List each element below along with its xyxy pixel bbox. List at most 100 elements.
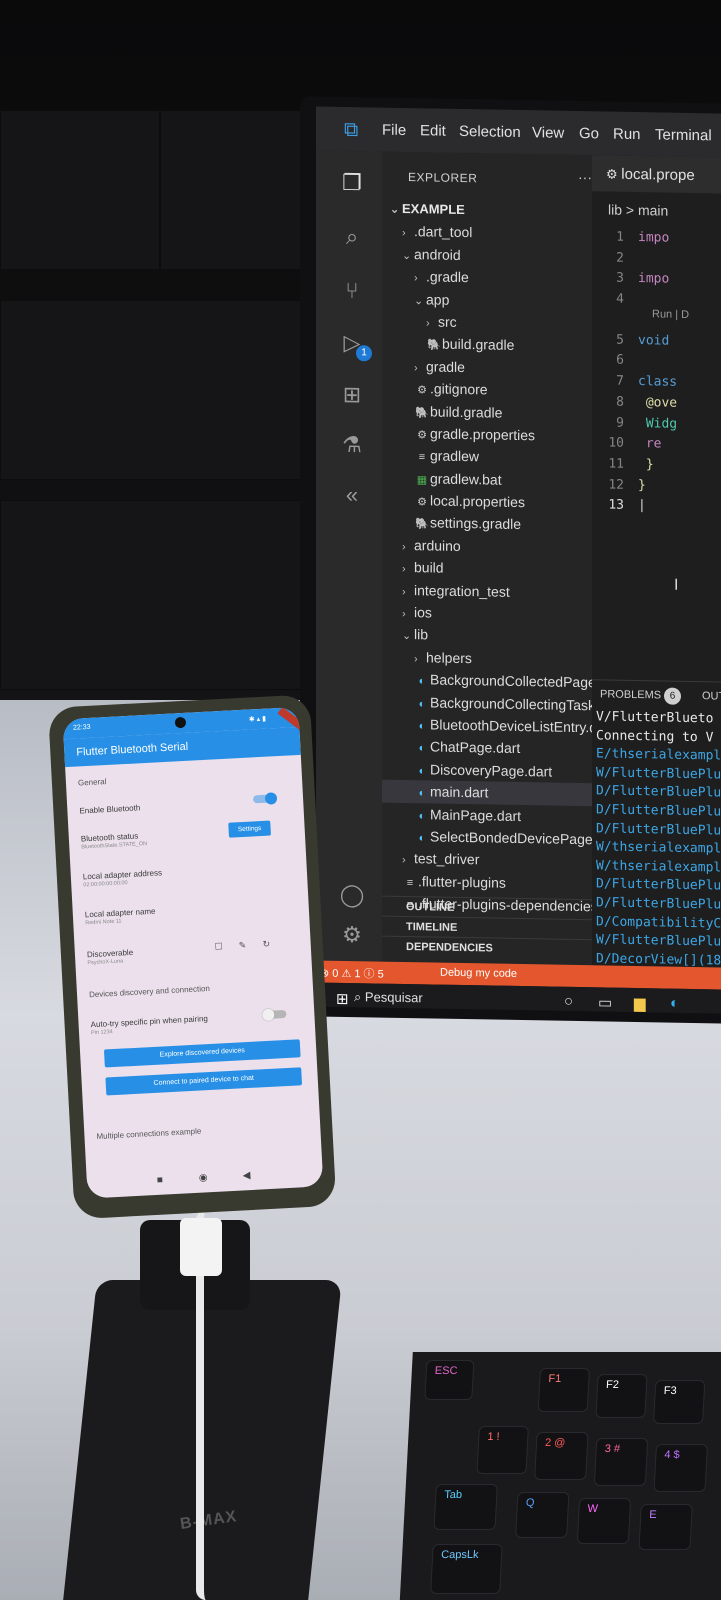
key-3[interactable]: 3 # [593,1438,649,1486]
tree-item-label: BackgroundCollectingTask.... [430,694,592,714]
search-icon[interactable]: ⌕ [338,223,366,251]
editor: ⚙ local.prope lib > main 1 impo 2 3 impo 4 5 vo… [592,155,721,628]
line-number: 8 [616,394,624,410]
key-4[interactable]: 4 $ [653,1444,708,1492]
menu-edit[interactable]: Edit [420,122,446,139]
key-1[interactable]: 1 ! [476,1426,529,1474]
home-icon[interactable]: ◉ [199,1172,208,1183]
key-label: E [648,1509,657,1521]
key-capslock[interactable]: CapsLk [430,1544,503,1594]
code-line[interactable]: 12} [592,475,721,498]
log-line: D/FlutterBluePlugi [596,895,721,913]
code-line[interactable]: 11 } [592,454,721,477]
key-2[interactable]: 2 @ [534,1432,589,1480]
code-line[interactable]: 2 [592,248,721,271]
key-esc[interactable]: ESC [424,1360,475,1400]
dart-file-icon: ◐ [418,764,426,778]
menu-file[interactable]: File [382,122,406,139]
tree-item-label: gradlew [430,447,480,465]
chevron-right-icon: › [414,272,418,285]
log-line: E/thserialexampl [596,746,721,764]
code-line[interactable]: 3 impo [592,269,721,292]
log-line: W/thserialexampl [596,839,721,857]
status-icons: ✱ ▴ ▮ [248,715,267,724]
taskbar-search[interactable]: ⌕ Pesquisar [354,989,423,1006]
debug-config[interactable]: Debug my code [440,967,517,980]
tree-item-label: helpers [426,649,472,666]
key-label: F3 [663,1385,677,1397]
tree-item-label: EXAMPLE [402,200,465,218]
refresh-icon[interactable]: ↻ [262,939,270,950]
auto-pin-switch[interactable] [264,1009,287,1020]
checkbox-icon[interactable]: ☐ [214,941,223,952]
chevron-down-icon: ⌄ [402,630,412,643]
line-number: 9 [616,415,624,431]
source-control-icon[interactable]: ⑂ [338,277,366,305]
menu-go[interactable]: Go [579,125,599,142]
key-f2[interactable]: F2 [595,1374,648,1418]
menu-view[interactable]: View [532,124,564,142]
code-line[interactable]: 6 [592,351,721,374]
dart-file-icon: ◐ [418,720,426,733]
cortana-icon[interactable]: ○ [564,993,573,1010]
code-line[interactable]: 7 class [592,371,721,394]
file-explorer-icon[interactable]: ▆ [634,994,646,1012]
enable-bluetooth-switch[interactable] [252,794,276,804]
code-text: @ove [638,394,678,411]
codelens-run[interactable]: Run | D [652,308,689,321]
code-line[interactable]: 9 Widg [592,413,721,436]
connect-paired-button[interactable]: Connect to paired device to chat [105,1067,303,1096]
dart-file-icon: ◐ [418,832,426,845]
file-tree: ⌄ EXAMPLE › .dart_tool ⌄ android › .gradle ⌄ app ›… [382,198,592,918]
key-w[interactable]: W [576,1498,632,1544]
line-number: 6 [616,353,624,369]
task-view-icon[interactable]: ▭ [598,993,612,1011]
key-e[interactable]: E [638,1504,693,1550]
monitor-screen: ⧉ File Edit Selection View Go Run Termin… [316,106,721,1014]
line-number: 5 [616,332,624,348]
run-debug-badge: 1 [356,345,372,362]
tab-problems[interactable]: PROBLEMS [600,688,661,701]
key-f3[interactable]: F3 [653,1380,706,1424]
tab-local-properties[interactable]: ⚙ local.prope [606,166,695,184]
key-tab[interactable]: Tab [433,1484,498,1530]
auto-pin-value: Pin 1234 [90,1029,113,1037]
explore-devices-button[interactable]: Explore discovered devices [103,1039,301,1068]
section-timeline[interactable]: TIMELINE [382,915,592,940]
key-label: 1 ! [487,1431,500,1443]
code-line[interactable]: 13 | [592,496,721,519]
extensions-icon[interactable]: ⊞ [338,381,366,409]
menu-selection[interactable]: Selection [459,123,521,141]
windows-file-icon: ▦ [416,473,428,487]
breadcrumb[interactable]: lib > main [608,202,668,219]
gear-icon[interactable]: ⚙ [338,921,366,949]
explorer-icon[interactable]: ❐ [338,169,366,197]
windows-start-icon[interactable]: ⊞ [336,990,349,1008]
code-line[interactable]: 5 void [592,330,721,353]
settings-button[interactable]: Settings [228,820,271,838]
section-outline[interactable]: OUTLINE [382,895,592,920]
back-icon[interactable]: ◀ [242,1170,250,1181]
menu-run[interactable]: Run [613,126,641,143]
flutter-icon[interactable]: « [338,481,366,509]
tab-output[interactable]: OUT [702,690,721,702]
testing-icon[interactable]: ⚗ [338,431,366,459]
chevron-right-icon: › [402,227,406,240]
edge-icon[interactable]: ◐ [670,995,679,1012]
account-icon[interactable]: ◯ [338,881,366,909]
code-line[interactable]: 8 @ove [592,392,721,415]
bottom-panel: PROBLEMS 6 OUT V/FlutterBlueto Connecting… [592,679,721,969]
edit-icon[interactable]: ✎ [238,940,246,951]
code-line[interactable]: 10 re [592,433,721,456]
section-dependencies[interactable]: DEPENDENCIES [382,935,592,960]
code-lines: 1 impo 2 3 impo 4 5 void 6 7 class 8 @ove 9 Widg 10 r… [592,227,721,519]
key-q[interactable]: Q [515,1492,570,1538]
menu-terminal[interactable]: Terminal [655,126,712,144]
chevron-right-icon: › [402,563,406,576]
gradle-icon: 🐘 [415,406,429,419]
code-line[interactable]: 1 impo [592,227,721,250]
more-actions-icon[interactable]: ··· [578,169,592,185]
recent-apps-icon[interactable]: ■ [157,1175,164,1186]
photo-scene: ⧉ File Edit Selection View Go Run Termin… [0,0,721,1600]
key-f1[interactable]: F1 [537,1368,590,1412]
